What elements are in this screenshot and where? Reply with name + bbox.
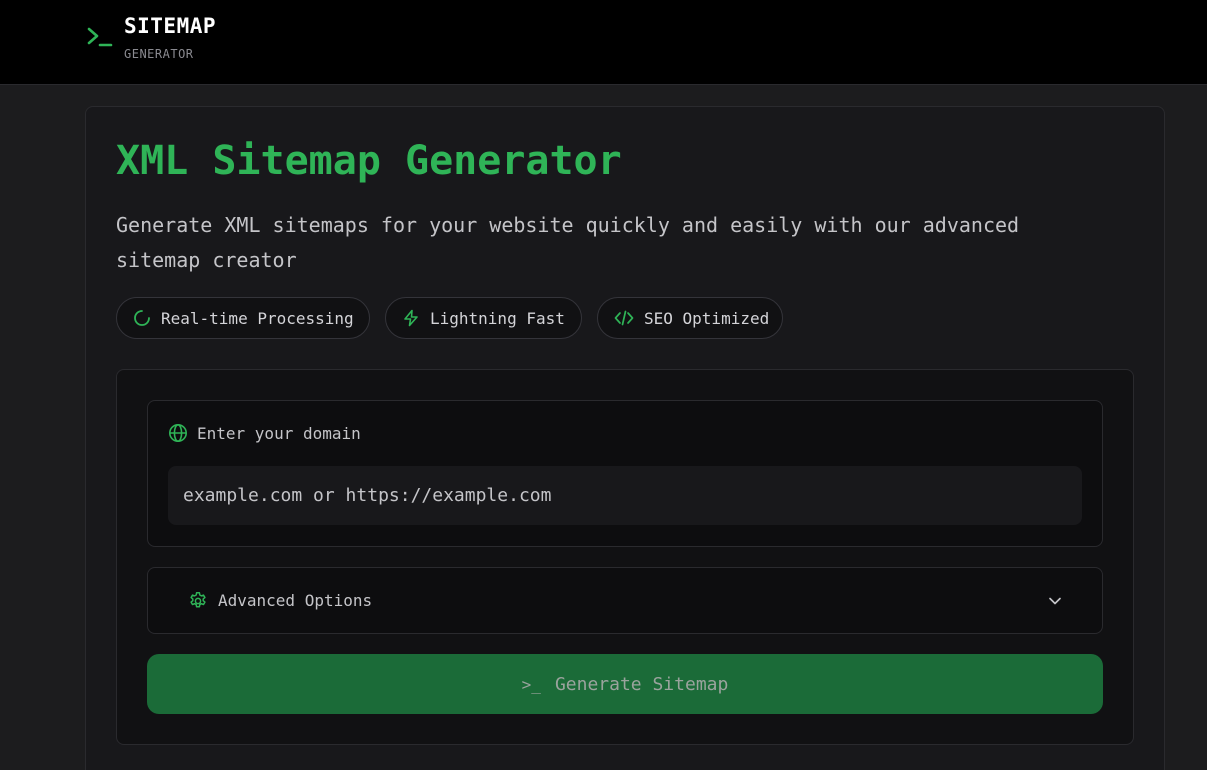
loader-icon bbox=[134, 310, 150, 326]
code-icon bbox=[614, 310, 634, 326]
brand-subtitle: GENERATOR bbox=[124, 47, 194, 61]
terminal-logo-icon bbox=[87, 27, 113, 47]
generate-sitemap-label: Generate Sitemap bbox=[554, 673, 729, 695]
feature-label: Lightning Fast bbox=[430, 308, 565, 328]
page-description: Generate XML sitemaps for your website q… bbox=[116, 213, 1020, 272]
page-title: XML Sitemap Generator bbox=[116, 138, 622, 184]
feature-pill-realtime: Real-time Processing bbox=[116, 297, 370, 339]
globe-icon bbox=[169, 424, 187, 442]
terminal-prompt-icon: >_ bbox=[521, 674, 541, 694]
domain-label: Enter your domain bbox=[168, 422, 361, 444]
generate-sitemap-button[interactable]: >_ Generate Sitemap bbox=[147, 654, 1103, 714]
feature-pill-fast: Lightning Fast bbox=[385, 297, 582, 339]
feature-label: Real-time Processing bbox=[161, 308, 354, 328]
advanced-options-toggle[interactable]: Advanced Options bbox=[147, 567, 1103, 634]
chevron-down-icon bbox=[1049, 597, 1061, 604]
lightning-icon bbox=[404, 309, 418, 327]
feature-pill-seo: SEO Optimized bbox=[597, 297, 783, 339]
domain-label-text: Enter your domain bbox=[197, 423, 361, 443]
advanced-options-label: Advanced Options bbox=[218, 591, 373, 610]
feature-label: SEO Optimized bbox=[644, 308, 770, 328]
top-bar: SITEMAP GENERATOR bbox=[0, 0, 1207, 85]
brand-title[interactable]: SITEMAP bbox=[124, 14, 216, 38]
domain-input[interactable] bbox=[168, 466, 1082, 525]
gear-icon bbox=[190, 591, 206, 608]
